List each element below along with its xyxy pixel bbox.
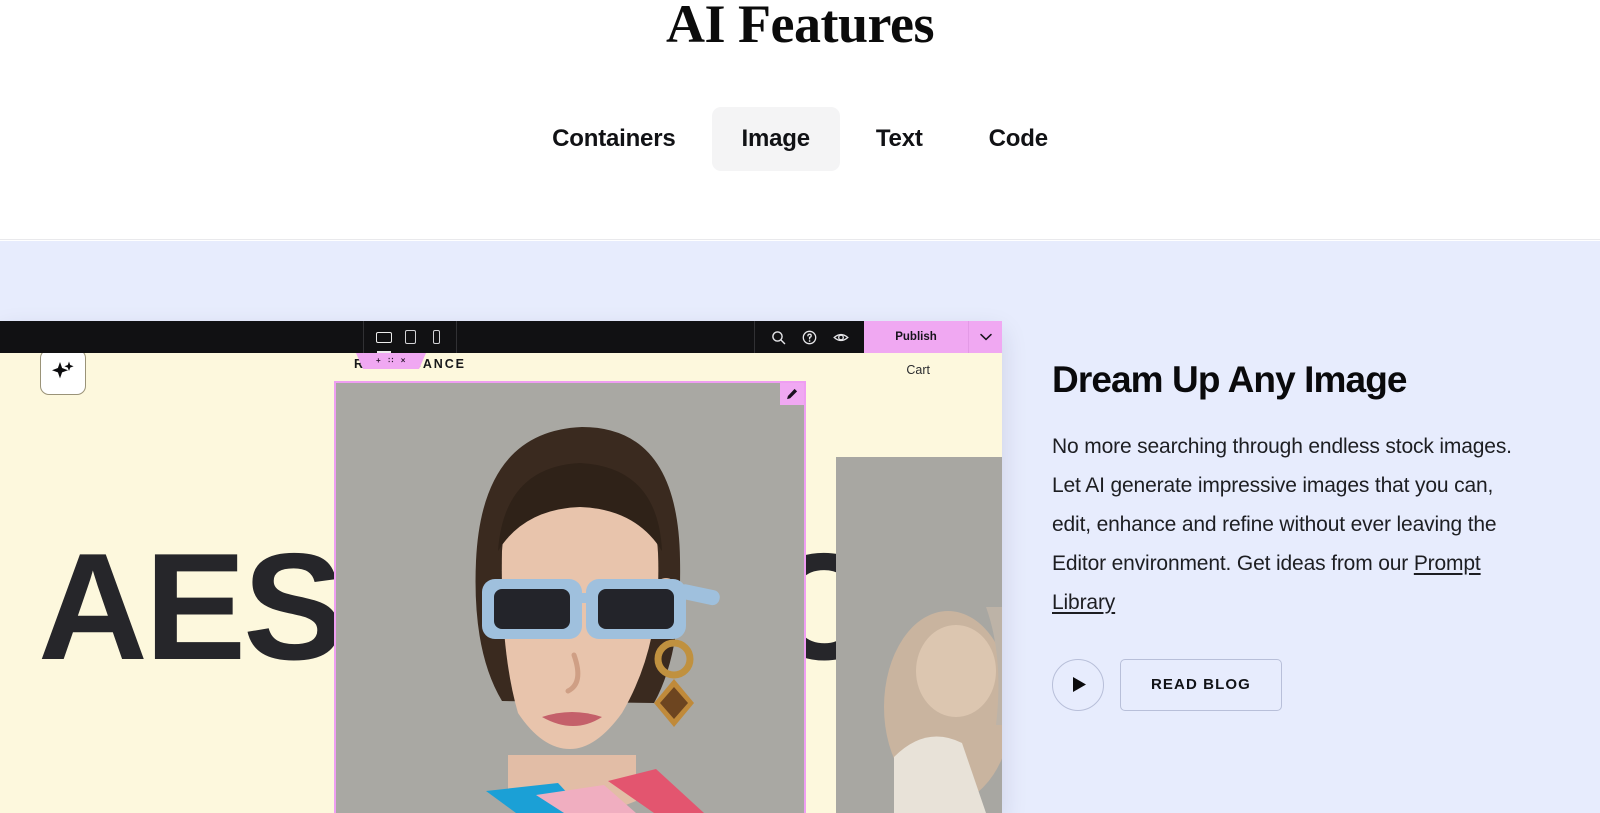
secondary-product-image[interactable] — [836, 457, 1002, 813]
tab-text[interactable]: Text — [846, 107, 953, 171]
desktop-view-icon[interactable] — [376, 329, 392, 354]
toolbar-icon-group — [754, 321, 864, 353]
feature-copy: Dream Up Any Image No more searching thr… — [1002, 241, 1600, 813]
editor-canvas: AESTHETIC RENAISSANCE Cart — [0, 321, 1002, 813]
feature-panel: AESTHETIC RENAISSANCE Cart — [0, 241, 1600, 813]
page-title: AI Features — [666, 0, 934, 54]
site-cart-link[interactable]: Cart — [906, 363, 930, 377]
chevron-down-icon[interactable] — [968, 321, 1002, 353]
tab-code[interactable]: Code — [959, 107, 1078, 171]
device-switcher — [363, 321, 457, 354]
feature-cta-row: READ BLOG — [1052, 658, 1530, 711]
image-edit-pencil-icon[interactable] — [780, 383, 804, 405]
tab-containers[interactable]: Containers — [522, 107, 705, 171]
hero-portrait-image[interactable] — [336, 383, 804, 813]
add-section-icon[interactable]: + — [376, 357, 381, 365]
read-blog-button[interactable]: READ BLOG — [1120, 658, 1282, 711]
search-icon[interactable] — [771, 330, 786, 345]
preview-eye-icon[interactable] — [833, 330, 849, 345]
help-icon[interactable] — [802, 330, 817, 345]
toolbar-right-group: Publish — [754, 321, 1002, 353]
play-video-button[interactable] — [1052, 658, 1104, 711]
mock-website: AESTHETIC RENAISSANCE Cart — [0, 321, 1002, 813]
editor-toolbar: Publish — [0, 321, 1002, 354]
play-icon — [1069, 676, 1087, 693]
mobile-view-icon[interactable] — [428, 329, 444, 345]
sparkle-ai-icon[interactable] — [40, 349, 86, 395]
publish-button[interactable]: Publish — [864, 321, 968, 353]
close-icon[interactable]: × — [401, 357, 406, 365]
tablet-view-icon[interactable] — [402, 329, 418, 345]
selected-image-frame[interactable] — [334, 381, 806, 813]
editor-preview: AESTHETIC RENAISSANCE Cart — [0, 241, 1002, 813]
page-header: AI Features Containers Image Text Code — [0, 0, 1600, 240]
drag-handle-icon[interactable]: ∷ — [388, 357, 394, 365]
tab-image[interactable]: Image — [711, 106, 840, 171]
feature-description: No more searching through endless stock … — [1052, 428, 1522, 622]
feature-title: Dream Up Any Image — [1052, 359, 1408, 400]
feature-tabs: Containers Image Text Code — [522, 106, 1078, 171]
section-action-chip[interactable]: + ∷ × — [356, 353, 426, 369]
